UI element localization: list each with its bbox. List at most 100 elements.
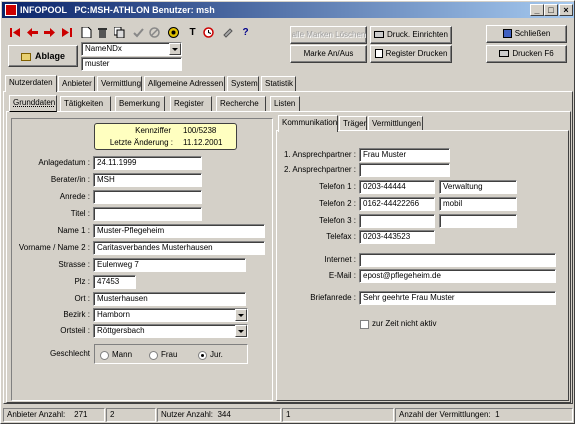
prev-icon[interactable] [27, 27, 38, 38]
marke-an-aus-button[interactable]: Marke An/Aus [290, 45, 367, 63]
printer-icon [499, 50, 510, 58]
tab-kommunikation[interactable]: Kommunikation [278, 115, 338, 132]
druck-einrichten-button[interactable]: Druck. Einrichten [370, 26, 452, 44]
status-field-4: 1 [282, 408, 394, 422]
email-label: E-Mail : [328, 271, 356, 280]
stamp-icon[interactable] [222, 27, 233, 38]
chevron-down-icon[interactable] [169, 43, 181, 55]
tel3-field[interactable] [359, 214, 435, 228]
minimize-button[interactable]: _ [530, 4, 544, 16]
schliessen-button[interactable]: Schließen [486, 25, 567, 43]
email-field[interactable]: epost@pflegeheim.de [359, 269, 556, 283]
window-title: INFOPOOL PC:MSH-ATHLON Benutzer: msh [20, 5, 215, 15]
first-icon[interactable] [10, 27, 21, 38]
plz-label: Plz : [74, 277, 90, 286]
anlagedatum-field[interactable]: 24.11.1999 [93, 156, 202, 170]
target-icon[interactable] [168, 27, 179, 38]
chevron-down-icon[interactable] [235, 309, 247, 321]
new-icon[interactable] [81, 26, 92, 39]
tab-system[interactable]: System [227, 76, 259, 91]
tab-recherche[interactable]: Recherche [216, 96, 266, 111]
tab-anbieter[interactable]: Anbieter [58, 76, 95, 91]
tel2-field[interactable]: 0162-44422266 [359, 197, 435, 211]
berater-field[interactable]: MSH [93, 173, 202, 187]
close-button[interactable]: × [559, 4, 573, 16]
name2-field[interactable]: Caritasverbandes Musterhausen [93, 241, 265, 255]
tab-nutzerdaten[interactable]: Nutzerdaten [5, 75, 57, 92]
name1-field[interactable]: Muster-Pflegeheim [93, 224, 265, 238]
tab-bemerkung[interactable]: Bemerkung [115, 96, 165, 111]
name1-label: Name 1 : [57, 226, 90, 235]
radio-frau[interactable] [149, 351, 158, 360]
internet-label: Internet : [324, 255, 356, 264]
next-icon[interactable] [44, 27, 55, 38]
strasse-label: Strasse : [58, 260, 90, 269]
search-input[interactable]: muster [81, 57, 182, 71]
help-icon[interactable]: ? [240, 27, 251, 38]
tab-allgemeine-adressen[interactable]: Allgemeine Adressen [144, 76, 225, 91]
cancel-icon[interactable] [149, 27, 160, 38]
last-icon[interactable] [61, 27, 72, 38]
status-anbieter: Anbieter Anzahl: 271 [3, 408, 105, 422]
tel1-field[interactable]: 0203-44444 [359, 180, 435, 194]
exit-icon [502, 29, 512, 39]
berater-label: Berater/in : [50, 175, 90, 184]
anlagedatum-label: Anlagedatum : [38, 158, 90, 167]
tab-statistik[interactable]: Statistik [261, 76, 296, 91]
radio-frau-label: Frau [161, 350, 178, 359]
plz-field[interactable]: 47453 [93, 275, 136, 289]
briefanrede-field[interactable]: Sehr geehrte Frau Muster [359, 291, 556, 305]
ablage-button[interactable]: Ablage [8, 45, 78, 67]
tab-register[interactable]: Register [170, 96, 212, 111]
printer-icon [374, 31, 385, 39]
status-field-2: 2 [106, 408, 156, 422]
tab-grunddaten[interactable]: Grunddaten [9, 95, 57, 112]
tel2-note-field[interactable]: mobil [439, 197, 517, 211]
geschlecht-label: Geschlecht [49, 349, 90, 358]
tab-vermittlungen[interactable]: Vermittlungen [368, 116, 423, 131]
bezirk-label: Bezirk : [63, 310, 90, 319]
radio-mann[interactable] [100, 351, 109, 360]
info-box: Kennziffer 100/5238 Letzte Änderung : 11… [94, 123, 237, 150]
title-bar[interactable]: INFOPOOL PC:MSH-ATHLON Benutzer: msh _ □… [2, 2, 574, 18]
tab-vermittlung[interactable]: Vermittlung [97, 76, 142, 91]
ort-field[interactable]: Musterhausen [93, 292, 246, 306]
inaktiv-checkbox[interactable] [360, 320, 369, 329]
document-icon [374, 49, 383, 59]
tab-traeger[interactable]: Träger [339, 116, 367, 131]
register-drucken-button[interactable]: Register Drucken [370, 45, 452, 63]
tel3-note-field[interactable] [439, 214, 517, 228]
ortsteil-select[interactable]: Röttgersbach [93, 324, 248, 338]
bezirk-select[interactable]: Hamborn [93, 308, 248, 322]
text-icon[interactable]: T [187, 27, 198, 38]
app-icon [5, 4, 17, 16]
radio-jur[interactable] [198, 351, 207, 360]
anrede-field[interactable] [93, 190, 202, 204]
delete-icon[interactable] [97, 27, 108, 38]
name2-label: Vorname / Name 2 : [18, 243, 90, 252]
maximize-button[interactable]: □ [544, 4, 558, 16]
strasse-field[interactable]: Eulenweg 7 [93, 258, 246, 272]
copy-icon[interactable] [113, 26, 125, 39]
chevron-down-icon[interactable] [235, 325, 247, 337]
drucken-f6-button[interactable]: Drucken F6 [486, 45, 567, 63]
alle-marken-loeschen-button[interactable]: alle Marken Löschen [290, 26, 367, 44]
internet-field[interactable] [359, 253, 556, 267]
folder-icon [20, 52, 31, 61]
sort-select[interactable]: NameNDx [81, 42, 182, 56]
tel1-note-field[interactable]: Verwaltung [439, 180, 517, 194]
telefax-field[interactable]: 0203-443523 [359, 230, 435, 244]
tab-listen[interactable]: Listen [270, 96, 300, 111]
radio-mann-label: Mann [112, 350, 133, 359]
ap1-field[interactable]: Frau Muster [359, 148, 450, 162]
titel-label: Titel : [70, 209, 90, 218]
ortsteil-label: Ortsteil : [60, 326, 90, 335]
tab-taetigkeiten[interactable]: Tätigkeiten [60, 96, 111, 111]
clock-icon[interactable] [203, 27, 214, 38]
check-icon[interactable] [133, 27, 144, 38]
telefax-label: Telefax : [326, 232, 356, 241]
letzte-aenderung-label: Letzte Änderung : [109, 138, 173, 147]
titel-field[interactable] [93, 207, 202, 221]
ap1-label: 1. Ansprechpartner : [283, 150, 356, 159]
ap2-field[interactable] [359, 163, 450, 177]
